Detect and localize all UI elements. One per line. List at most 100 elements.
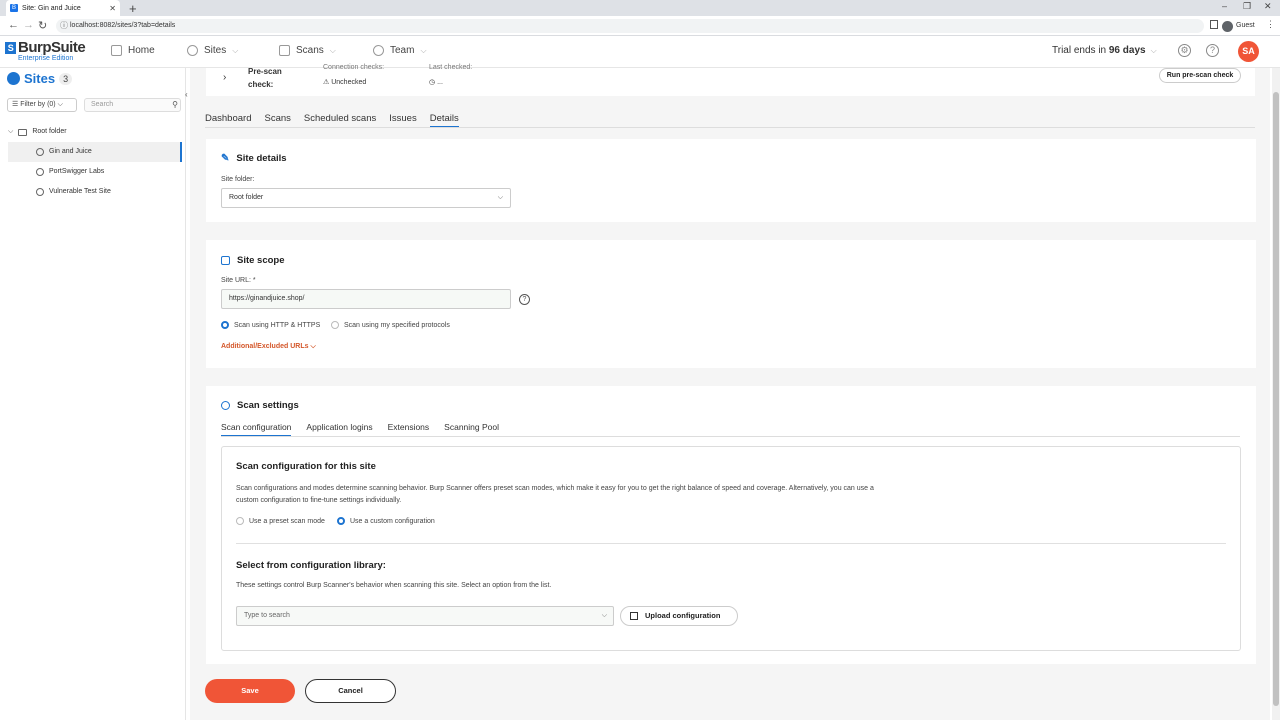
tab-dashboard[interactable]: Dashboard xyxy=(205,110,251,127)
radio-unselected-icon xyxy=(331,321,339,329)
browser-toolbar: ← → ↻ ⓘ localhost:8082/sites/3?tab=detai… xyxy=(0,16,1280,36)
nav-team[interactable]: Team ⌵ xyxy=(373,45,427,56)
sites-sidebar: Sites 3 ☰ Filter by (0) ⌵ Search ⚲ ‹ ⌵ R… xyxy=(0,68,188,720)
site-scope-card: Site scope Site URL: * https://ginandjui… xyxy=(206,240,1256,368)
minimize-icon[interactable]: – xyxy=(1222,1,1227,11)
nav-sites[interactable]: Sites ⌵ xyxy=(187,45,238,56)
nav-scans-label: Scans xyxy=(296,45,324,56)
site-folder-select[interactable]: Root folder ⌵ xyxy=(221,188,511,208)
radio-unselected-icon xyxy=(236,517,244,525)
tab-issues[interactable]: Issues xyxy=(389,110,416,127)
radio-custom-label: Use a custom configuration xyxy=(350,517,435,525)
site-url-input[interactable]: https://ginandjuice.shop/ xyxy=(221,289,511,309)
scan-settings-card: Scan settings Scan configuration Applica… xyxy=(206,386,1256,664)
tab-extensions[interactable]: Extensions xyxy=(388,420,430,436)
filter-label: Filter by (0) xyxy=(20,101,56,108)
side-panel-icon[interactable] xyxy=(1210,20,1218,29)
home-icon xyxy=(111,45,122,56)
config-library-search[interactable]: Type to search ⌵ xyxy=(236,606,614,626)
site-scope-header: Site scope xyxy=(221,255,285,266)
chevron-down-icon[interactable]: ⌵ xyxy=(8,122,13,142)
restore-icon[interactable]: ❐ xyxy=(1243,1,1251,12)
nav-home[interactable]: Home xyxy=(111,45,155,56)
globe-icon xyxy=(36,188,44,196)
forward-icon[interactable]: → xyxy=(23,19,34,31)
chevron-down-icon: ⌵ xyxy=(329,45,336,55)
scan-icon xyxy=(279,45,290,56)
chevron-right-icon[interactable]: › xyxy=(223,72,226,83)
upload-label: Upload configuration xyxy=(645,611,721,620)
sidebar-search-input[interactable]: Search ⚲ xyxy=(84,98,181,112)
help-icon[interactable]: ? xyxy=(1206,44,1219,57)
config-search-placeholder: Type to search xyxy=(244,612,290,619)
gear-icon[interactable]: ⚙ xyxy=(1178,44,1191,57)
site-info-icon[interactable]: ⓘ xyxy=(60,19,68,33)
tree-item-portswigger-labs[interactable]: PortSwigger Labs xyxy=(8,162,182,182)
radio-specified-protocols[interactable]: Scan using my specified protocols xyxy=(331,321,450,329)
upload-icon xyxy=(630,612,638,620)
additional-urls-label: Additional/Excluded URLs xyxy=(221,343,309,350)
browser-menu-icon[interactable]: ⋮ xyxy=(1266,19,1275,30)
user-avatar[interactable]: SA xyxy=(1238,41,1259,62)
filter-button[interactable]: ☰ Filter by (0) ⌵ xyxy=(7,98,77,112)
sites-globe-icon xyxy=(7,72,20,85)
chevron-down-icon: ⌵ xyxy=(497,194,503,201)
search-icon[interactable]: ⚲ xyxy=(172,99,178,111)
radio-http-https[interactable]: Scan using HTTP & HTTPS xyxy=(221,321,320,329)
tree-item-label: PortSwigger Labs xyxy=(49,168,105,175)
nav-team-label: Team xyxy=(390,45,415,56)
scan-configuration-panel: Scan configuration for this site Scan co… xyxy=(221,446,1241,651)
nav-home-label: Home xyxy=(128,45,155,56)
nav-scans[interactable]: Scans ⌵ xyxy=(279,45,336,56)
upload-configuration-button[interactable]: Upload configuration xyxy=(620,606,738,626)
globe-icon xyxy=(36,148,44,156)
trial-status[interactable]: Trial ends in 96 days ⌵ xyxy=(1052,45,1157,56)
radio-preset-scan-mode[interactable]: Use a preset scan mode xyxy=(236,517,325,525)
close-tab-icon[interactable]: ✕ xyxy=(109,4,116,13)
radio-http-label: Scan using HTTP & HTTPS xyxy=(234,321,321,329)
new-tab-icon[interactable]: + xyxy=(129,1,137,16)
collapse-sidebar-icon[interactable]: ‹ xyxy=(185,90,188,99)
help-icon[interactable]: ? xyxy=(519,294,530,305)
globe-icon xyxy=(36,168,44,176)
tab-scans[interactable]: Scans xyxy=(264,110,290,127)
url-text: localhost:8082/sites/3?tab=details xyxy=(70,22,176,29)
tree-item-gin-and-juice[interactable]: Gin and Juice xyxy=(8,142,182,162)
tab-scan-configuration[interactable]: Scan configuration xyxy=(221,420,292,436)
site-url-value: https://ginandjuice.shop/ xyxy=(229,295,305,302)
window-close-icon[interactable]: ✕ xyxy=(1264,1,1272,12)
tab-scanning-pool[interactable]: Scanning Pool xyxy=(444,420,499,436)
site-scope-title: Site scope xyxy=(237,255,285,266)
library-description: These settings control Burp Scanner's be… xyxy=(236,582,552,589)
site-details-card: ✎ Site details Site folder: Root folder … xyxy=(206,139,1256,222)
additional-urls-toggle[interactable]: Additional/Excluded URLs ⌵ xyxy=(221,343,316,351)
config-title: Scan configuration for this site xyxy=(236,461,376,472)
sidebar-search-placeholder: Search xyxy=(91,101,114,108)
tab-details[interactable]: Details xyxy=(429,110,459,127)
radio-selected-icon xyxy=(337,517,345,525)
sidebar-header: Sites 3 xyxy=(7,71,73,86)
radio-custom-configuration[interactable]: Use a custom configuration xyxy=(337,517,435,525)
tab-scheduled-scans[interactable]: Scheduled scans xyxy=(304,110,376,127)
chevron-down-icon: ⌵ xyxy=(310,343,316,350)
burp-logo-icon: S xyxy=(5,41,16,54)
browser-tab[interactable]: B Site: Gin and Juice ✕ xyxy=(6,0,120,16)
address-bar[interactable]: ⓘ localhost:8082/sites/3?tab=details xyxy=(56,19,1204,33)
trial-prefix: Trial ends in xyxy=(1052,45,1109,56)
globe-icon xyxy=(187,45,198,56)
scope-icon xyxy=(221,256,230,265)
tab-application-logins[interactable]: Application logins xyxy=(306,420,372,436)
burp-logo[interactable]: S BurpSuite Enterprise Edition xyxy=(5,39,86,62)
tree-item-label: Vulnerable Test Site xyxy=(49,188,111,195)
scrollbar-thumb[interactable] xyxy=(1273,92,1279,706)
cancel-button[interactable]: Cancel xyxy=(305,679,396,703)
run-prescan-check-button[interactable]: Run pre-scan check xyxy=(1159,68,1241,83)
browser-tab-title: Site: Gin and Juice xyxy=(22,4,81,12)
sites-count-badge: 3 xyxy=(59,72,73,85)
save-button[interactable]: Save xyxy=(205,679,295,703)
tree-root-folder[interactable]: ⌵ Root folder xyxy=(8,122,182,142)
back-icon[interactable]: ← xyxy=(8,19,19,31)
reload-icon[interactable]: ↻ xyxy=(38,19,47,32)
profile-button[interactable]: Guest xyxy=(1222,19,1255,33)
tree-item-vulnerable-test-site[interactable]: Vulnerable Test Site xyxy=(8,182,182,202)
